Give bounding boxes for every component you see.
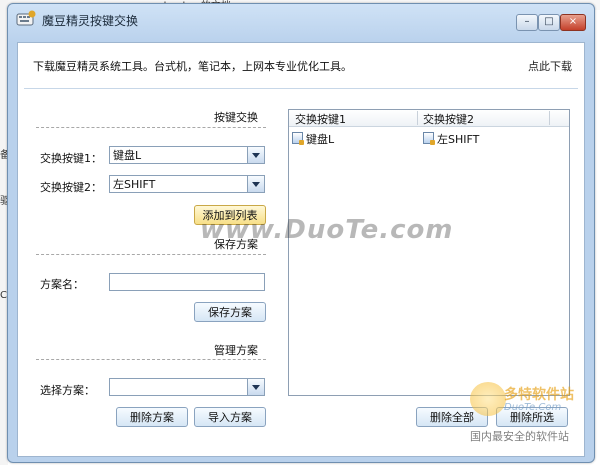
row-key1: 键盘L <box>306 133 335 146</box>
minimize-button[interactable]: – <box>516 14 538 31</box>
column-separator[interactable] <box>549 111 550 125</box>
watermark-logo-slogan: 国内最安全的软件站 <box>470 430 569 443</box>
select-scheme-label: 选择方案： <box>40 384 95 397</box>
column-header-key1[interactable]: 交换按键1 <box>295 111 346 127</box>
key-icon <box>292 132 304 145</box>
delete-scheme-button[interactable]: 删除方案 <box>116 407 188 427</box>
chevron-down-icon[interactable] <box>247 147 264 163</box>
key-swap-section-title: 按键交换 <box>214 111 258 124</box>
save-scheme-button[interactable]: 保存方案 <box>194 302 266 322</box>
chevron-down-icon[interactable] <box>247 176 264 192</box>
app-icon <box>16 10 36 26</box>
watermark-logo-title: 多特软件站 <box>504 387 574 403</box>
close-button[interactable]: × <box>560 14 586 31</box>
key-swap-divider <box>36 127 266 128</box>
banner-divider <box>24 88 578 89</box>
title-bar[interactable]: 魔豆精灵按键交换 – □ × <box>8 4 594 42</box>
banner-text: 下载魔豆精灵系统工具。台式机，笔记本，上网本专业优化工具。 <box>33 60 352 73</box>
swap-list[interactable]: 交换按键1 交换按键2 键盘L 左SHIFT <box>288 109 570 396</box>
key2-select[interactable]: 左SHIFT <box>109 175 265 193</box>
manage-scheme-divider <box>36 359 266 360</box>
window-title: 魔豆精灵按键交换 <box>42 14 139 28</box>
key1-label: 交换按键1： <box>40 152 102 165</box>
swap-list-header: 交换按键1 交换按键2 <box>289 110 569 127</box>
select-scheme-dropdown[interactable] <box>109 378 265 396</box>
row-key2: 左SHIFT <box>437 133 480 146</box>
scheme-name-input[interactable] <box>109 273 265 291</box>
column-separator[interactable] <box>417 111 418 125</box>
key-icon <box>423 132 435 145</box>
maximize-button[interactable]: □ <box>538 14 560 31</box>
chevron-down-icon[interactable] <box>247 379 264 395</box>
column-header-key2[interactable]: 交换按键2 <box>423 111 474 127</box>
key2-label: 交换按键2： <box>40 181 102 194</box>
import-scheme-button[interactable]: 导入方案 <box>194 407 266 427</box>
duote-logo-icon <box>470 382 506 416</box>
key1-select[interactable]: 键盘L <box>109 146 265 164</box>
key2-select-value: 左SHIFT <box>113 178 156 191</box>
key1-select-value: 键盘L <box>113 149 142 162</box>
manage-scheme-section-title: 管理方案 <box>214 344 258 357</box>
download-link[interactable]: 点此下载 <box>528 58 572 74</box>
save-scheme-divider <box>36 254 266 255</box>
watermark-logo-domain: DuoTe.Com <box>504 402 562 413</box>
watermark-duote: www.DuoTe.com <box>200 215 454 245</box>
scheme-name-label: 方案名： <box>40 278 84 291</box>
